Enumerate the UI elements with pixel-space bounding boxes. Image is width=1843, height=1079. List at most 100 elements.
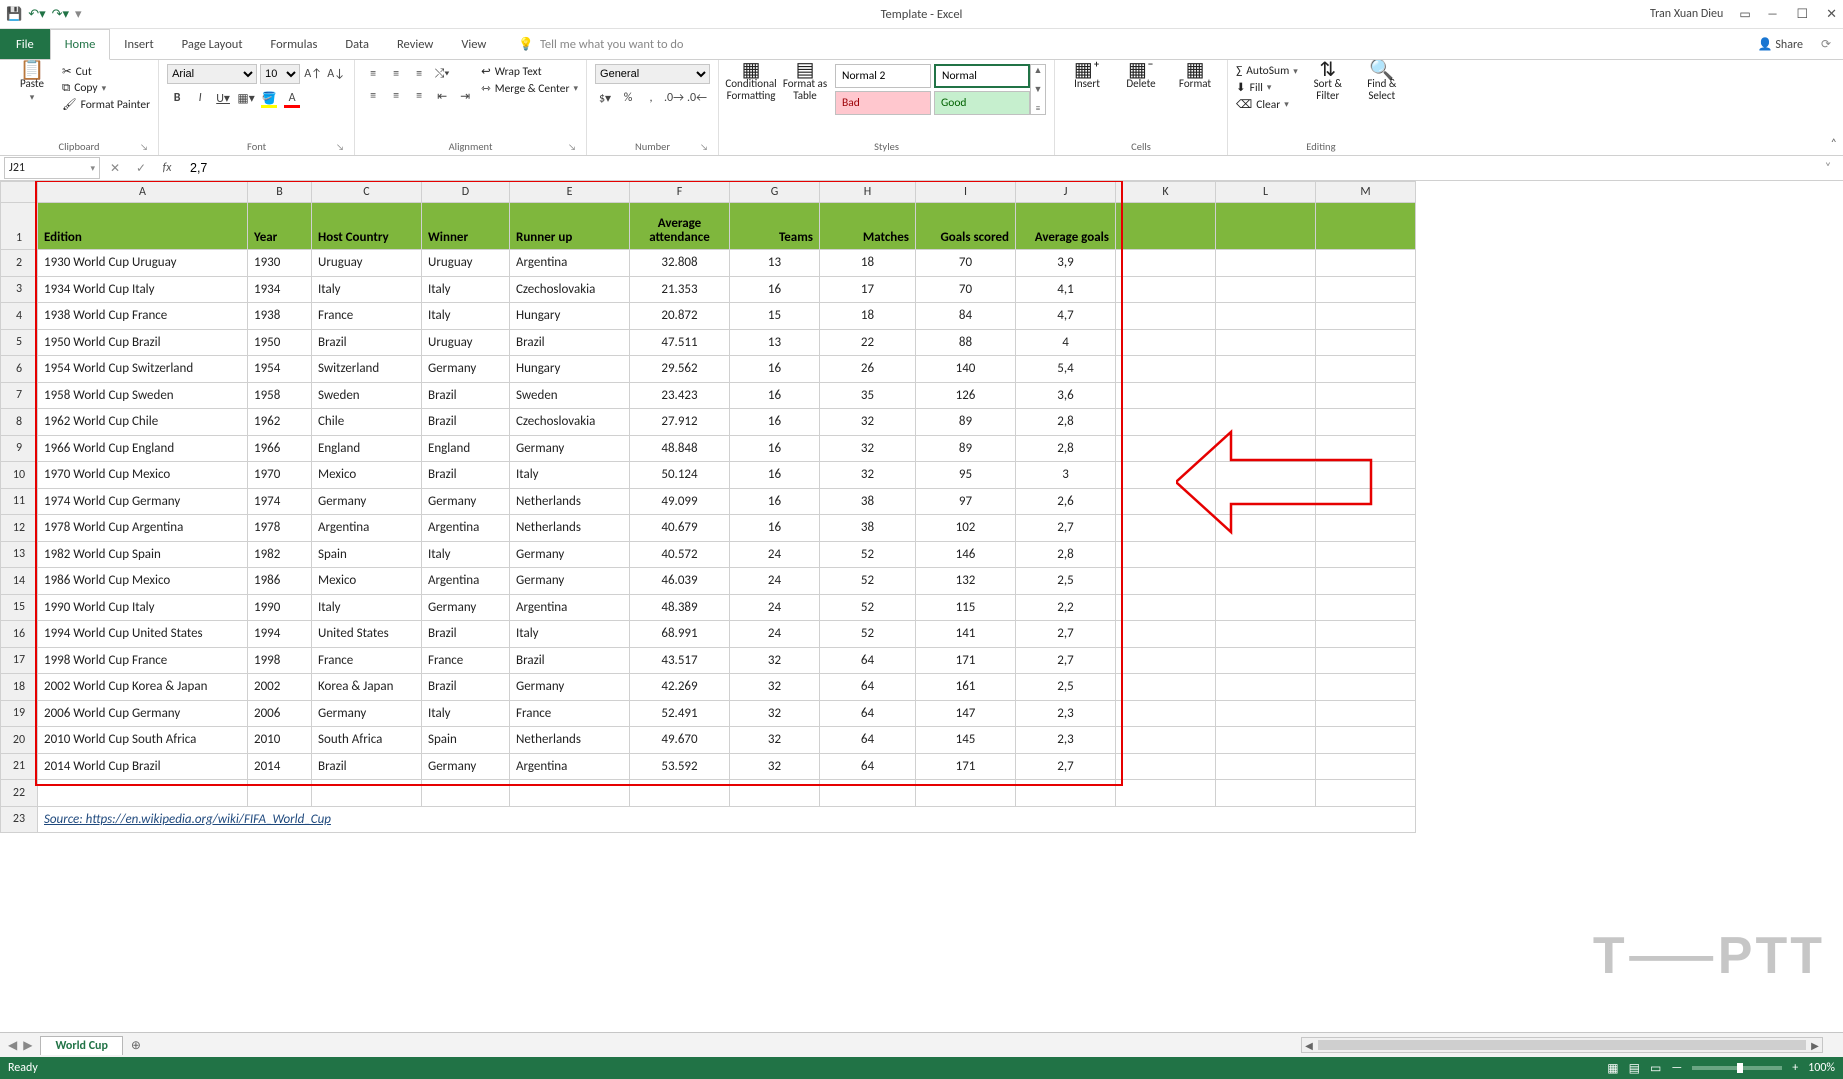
find-select-button[interactable]: 🔍Find & Select [1358,64,1406,102]
sheet-nav-next-icon[interactable]: ▶ [23,1038,32,1053]
col-header-M[interactable]: M [1316,182,1416,203]
select-all-corner[interactable] [1,182,38,203]
paste-button[interactable]: 📋 Paste ▾ [8,64,56,104]
align-left-icon[interactable]: ≡ [363,86,383,106]
orientation-icon[interactable]: ⤭▾ [432,64,452,84]
align-middle-icon[interactable]: ≡ [386,64,406,84]
align-right-icon[interactable]: ≡ [409,86,429,106]
zoom-out-icon[interactable]: — [1671,1061,1682,1075]
row-header-11[interactable]: 11 [1,488,38,515]
increase-decimal-icon[interactable]: .0→ [664,88,684,108]
font-size-select[interactable]: 10 [260,64,300,84]
tab-formulas[interactable]: Formulas [257,29,332,59]
row-header-7[interactable]: 7 [1,382,38,409]
expand-formula-bar-icon[interactable]: ˅ [1817,161,1839,175]
minimize-button[interactable]: ― [1767,7,1779,22]
decrease-decimal-icon[interactable]: .0← [687,88,707,108]
row-header-10[interactable]: 10 [1,462,38,489]
cancel-formula-icon[interactable]: ✕ [104,161,126,176]
col-header-E[interactable]: E [510,182,630,203]
undo-icon[interactable]: ↶▾ [28,7,45,22]
tab-review[interactable]: Review [383,29,447,59]
row-header-18[interactable]: 18 [1,674,38,701]
tab-data[interactable]: Data [331,29,383,59]
underline-button[interactable]: U▾ [213,88,233,108]
cut-button[interactable]: ✂Cut [62,64,150,79]
clipboard-launcher-icon[interactable]: ↘ [140,142,148,153]
tab-view[interactable]: View [447,29,500,59]
format-painter-button[interactable]: 🖌Format Painter [62,97,150,112]
font-color-button[interactable]: A [282,88,302,108]
sheet-tab-active[interactable]: World Cup [40,1036,122,1055]
table-row[interactable]: 12 1978 World Cup Argentina1978Argentina… [1,515,1416,542]
row-header-9[interactable]: 9 [1,435,38,462]
maximize-button[interactable]: ☐ [1796,7,1808,22]
table-row[interactable]: 5 1950 World Cup Brazil1950BrazilUruguay… [1,329,1416,356]
save-icon[interactable]: 💾 [6,7,22,22]
font-name-select[interactable]: Arial [167,64,257,84]
source-link[interactable]: Source: https://en.wikipedia.org/wiki/FI… [38,806,1416,833]
zoom-in-icon[interactable]: + [1792,1061,1798,1075]
col-header-G[interactable]: G [730,182,820,203]
borders-button[interactable]: ▦▾ [236,88,256,108]
col-header-D[interactable]: D [422,182,510,203]
col-header-F[interactable]: F [630,182,730,203]
worksheet-grid[interactable]: ABCDEFGHIJKLM 1 Edition Year Host Countr… [0,181,1843,1032]
conditional-formatting-button[interactable]: ▦Conditional Formatting [727,64,775,102]
align-bottom-icon[interactable]: ≡ [409,64,429,84]
row-header-22[interactable]: 22 [1,780,38,807]
tab-file[interactable]: File [0,29,50,59]
row-header-23[interactable]: 23 [1,806,38,833]
tab-page-layout[interactable]: Page Layout [168,29,257,59]
clear-button[interactable]: ⌫Clear ▾ [1236,97,1298,112]
fill-color-button[interactable]: 🪣 [259,88,279,108]
table-row[interactable]: 20 2010 World Cup South Africa2010South … [1,727,1416,754]
col-header-H[interactable]: H [820,182,916,203]
increase-indent-icon[interactable]: ⇥ [455,86,475,106]
hscroll-thumb[interactable] [1318,1040,1806,1050]
table-row[interactable]: 15 1990 World Cup Italy1990ItalyGermanyA… [1,594,1416,621]
style-normal2[interactable]: Normal 2 [835,64,931,88]
tab-insert[interactable]: Insert [110,29,167,59]
autosum-button[interactable]: ∑AutoSum ▾ [1236,64,1298,78]
row-header-3[interactable]: 3 [1,276,38,303]
merge-center-button[interactable]: ⇿Merge & Center ▾ [481,81,578,96]
percent-format-icon[interactable]: % [618,88,638,108]
comma-format-icon[interactable]: , [641,88,661,108]
number-format-select[interactable]: General [595,64,710,84]
hscroll-left-icon[interactable]: ◀ [1302,1039,1316,1052]
insert-cells-button[interactable]: ▦⁺Insert [1063,64,1111,90]
table-row[interactable]: 2 1930 World Cup Uruguay1930UruguayUrugu… [1,250,1416,277]
row-header-4[interactable]: 4 [1,303,38,330]
row-header-16[interactable]: 16 [1,621,38,648]
hscroll-right-icon[interactable]: ▶ [1808,1039,1822,1052]
share-button[interactable]: 👤 Share [1758,37,1803,52]
style-bad[interactable]: Bad [835,91,931,115]
table-row[interactable]: 18 2002 World Cup Korea & Japan2002Korea… [1,674,1416,701]
row-header-2[interactable]: 2 [1,250,38,277]
row-header-19[interactable]: 19 [1,700,38,727]
row-header-14[interactable]: 14 [1,568,38,595]
table-row[interactable]: 11 1974 World Cup Germany1974GermanyGerm… [1,488,1416,515]
row-header-12[interactable]: 12 [1,515,38,542]
row-header-20[interactable]: 20 [1,727,38,754]
account-name[interactable]: Tran Xuan Dieu [1650,7,1723,21]
fx-icon[interactable]: fx [156,161,178,175]
row-header-15[interactable]: 15 [1,594,38,621]
zoom-slider[interactable] [1692,1066,1782,1070]
row-header-21[interactable]: 21 [1,753,38,780]
table-row[interactable]: 7 1958 World Cup Sweden1958SwedenBrazilS… [1,382,1416,409]
table-row[interactable]: 17 1998 World Cup France1998FranceFrance… [1,647,1416,674]
formula-input[interactable] [182,158,1813,178]
align-top-icon[interactable]: ≡ [363,64,383,84]
sheet-nav-prev-icon[interactable]: ◀ [8,1038,17,1053]
view-page-break-icon[interactable]: ▭ [1650,1061,1661,1076]
table-row[interactable]: 19 2006 World Cup Germany2006GermanyItal… [1,700,1416,727]
row-header-17[interactable]: 17 [1,647,38,674]
decrease-indent-icon[interactable]: ⇤ [432,86,452,106]
tell-me[interactable]: 💡 Tell me what you want to do [500,29,683,59]
table-row[interactable]: 21 2014 World Cup Brazil2014BrazilGerman… [1,753,1416,780]
font-launcher-icon[interactable]: ↘ [336,142,344,153]
view-normal-icon[interactable]: ▦ [1607,1061,1618,1076]
cell-styles-gallery[interactable]: Normal 2 Normal Bad Good [835,64,1030,115]
